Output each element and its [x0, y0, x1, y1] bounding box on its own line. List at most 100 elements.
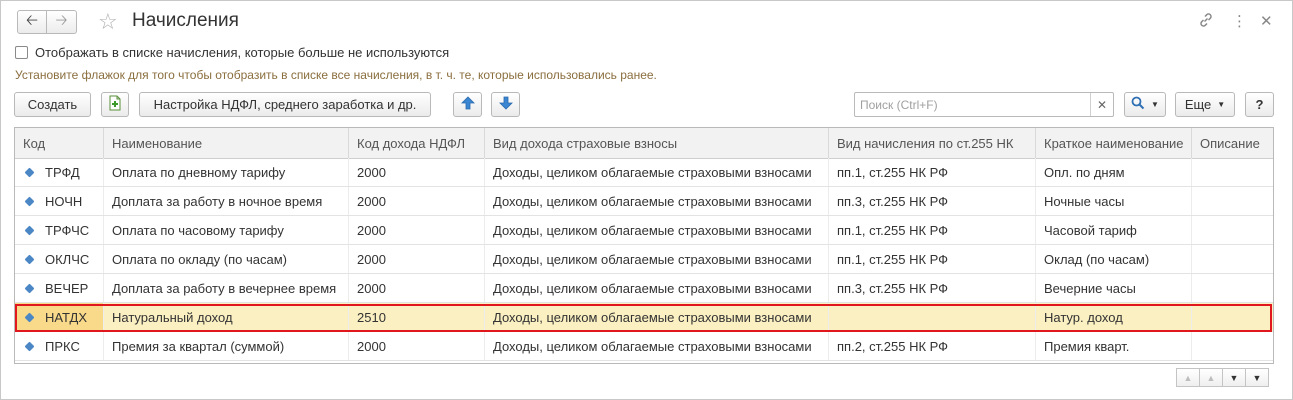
cell-ndfl-code[interactable]: 2000 — [349, 216, 485, 244]
cell-insurance-type[interactable]: Доходы, целиком облагаемые страховыми вз… — [485, 332, 829, 360]
cell-ndfl-code[interactable]: 2000 — [349, 332, 485, 360]
cell-short-name[interactable]: Часовой тариф — [1036, 216, 1192, 244]
kebab-menu-icon[interactable]: ⋮ — [1232, 12, 1247, 30]
clear-search-button[interactable]: ✕ — [1090, 93, 1113, 116]
cell-code[interactable]: ПРКС — [15, 332, 104, 360]
cell-code[interactable]: ТРФД — [15, 158, 104, 186]
table-row[interactable]: ВЕЧЕР Доплата за работу в вечернее время 2… — [15, 274, 1273, 303]
cell-name[interactable]: Оплата по дневному тарифу — [104, 158, 349, 186]
table-row[interactable]: НАТДХ Натуральный доход 2510 Доходы, целико… — [15, 303, 1273, 332]
cell-article-255[interactable] — [829, 303, 1036, 331]
cell-text: Доплата за работу в вечернее время — [112, 280, 337, 296]
cell-article-255[interactable]: пп.2, ст.255 НК РФ — [829, 332, 1036, 360]
cell-text: 2510 — [357, 309, 386, 325]
cell-ndfl-code[interactable]: 2000 — [349, 274, 485, 302]
clear-icon: ✕ — [1096, 97, 1108, 112]
help-button[interactable]: ? — [1245, 92, 1274, 117]
cell-description[interactable] — [1192, 158, 1273, 186]
chevron-up-icon: ▲ — [1206, 372, 1216, 383]
ndfl-settings-button[interactable]: Настройка НДФЛ, среднего заработка и др. — [139, 92, 431, 117]
cell-short-name[interactable]: Опл. по дням — [1036, 158, 1192, 186]
cell-insurance-type[interactable]: Доходы, целиком облагаемые страховыми вз… — [485, 245, 829, 273]
column-header-insurance-type[interactable]: Вид дохода страховые взносы — [485, 128, 829, 158]
column-header-article-255[interactable]: Вид начисления по ст.255 НК — [829, 128, 1036, 158]
cell-short-name[interactable]: Ночные часы — [1036, 187, 1192, 215]
cell-text: пп.1, ст.255 НК РФ — [837, 164, 949, 180]
cell-code[interactable]: НОЧН — [15, 187, 104, 215]
link-icon[interactable] — [1198, 12, 1214, 32]
back-button[interactable]: 🡠 — [17, 10, 47, 34]
cell-text: ТРФЧС — [45, 222, 90, 238]
cell-article-255[interactable]: пп.3, ст.255 НК РФ — [829, 274, 1036, 302]
cell-name[interactable]: Натуральный доход — [104, 303, 349, 331]
cell-article-255[interactable]: пп.3, ст.255 НК РФ — [829, 187, 1036, 215]
cell-description[interactable] — [1192, 303, 1273, 331]
cell-article-255[interactable]: пп.1, ст.255 НК РФ — [829, 158, 1036, 186]
cell-name[interactable]: Премия за квартал (суммой) — [104, 332, 349, 360]
move-down-button[interactable] — [491, 92, 520, 117]
column-header-ndfl-code[interactable]: Код дохода НДФЛ — [349, 128, 485, 158]
scroll-up-button[interactable]: ▲ — [1199, 368, 1223, 387]
column-header-description[interactable]: Описание — [1192, 128, 1273, 158]
table-row[interactable]: ТРФЧС Оплата по часовому тарифу 2000 Доходы… — [15, 216, 1273, 245]
scroll-bottom-button[interactable]: ▼ — [1245, 368, 1269, 387]
move-up-button[interactable] — [453, 92, 482, 117]
search-input[interactable] — [855, 93, 1091, 116]
cell-code[interactable]: ОКЛЧС — [15, 245, 104, 273]
cell-code[interactable]: ТРФЧС — [15, 216, 104, 244]
row-marker-icon — [24, 196, 35, 206]
cell-description[interactable] — [1192, 187, 1273, 215]
cell-text: НАТДХ — [45, 309, 88, 325]
scroll-down-button[interactable]: ▼ — [1222, 368, 1246, 387]
cell-text: Доходы, целиком облагаемые страховыми вз… — [493, 251, 812, 267]
create-button[interactable]: Создать — [14, 92, 91, 117]
show-unused-option[interactable]: Отображать в списке начисления, которые … — [15, 45, 449, 60]
cell-insurance-type[interactable]: Доходы, целиком облагаемые страховыми вз… — [485, 274, 829, 302]
cell-text: Премия кварт. — [1044, 338, 1130, 354]
table-row[interactable]: ПРКС Премия за квартал (суммой) 2000 Доходы… — [15, 332, 1273, 361]
more-button[interactable]: Еще ▼ — [1175, 92, 1235, 117]
row-marker-icon — [24, 312, 35, 322]
cell-name[interactable]: Оплата по часовому тарифу — [104, 216, 349, 244]
cell-short-name[interactable]: Натур. доход — [1036, 303, 1192, 331]
cell-description[interactable] — [1192, 274, 1273, 302]
scroll-top-button[interactable]: ▲ — [1176, 368, 1200, 387]
cell-article-255[interactable]: пп.1, ст.255 НК РФ — [829, 216, 1036, 244]
search-button[interactable]: ▼ — [1124, 92, 1166, 117]
cell-insurance-type[interactable]: Доходы, целиком облагаемые страховыми вз… — [485, 187, 829, 215]
cell-name[interactable]: Доплата за работу в вечернее время — [104, 274, 349, 302]
forward-button[interactable]: 🡢 — [47, 10, 77, 34]
column-header-short-name[interactable]: Краткое наименование — [1036, 128, 1192, 158]
cell-text: Часовой тариф — [1044, 222, 1137, 238]
table-row[interactable]: ТРФД Оплата по дневному тарифу 2000 Доходы,… — [15, 158, 1273, 187]
cell-ndfl-code[interactable]: 2000 — [349, 187, 485, 215]
arrow-left-icon: 🡠 — [25, 11, 39, 29]
cell-text: ТРФД — [45, 164, 80, 180]
table-row[interactable]: НОЧН Доплата за работу в ночное время 2000… — [15, 187, 1273, 216]
cell-ndfl-code[interactable]: 2510 — [349, 303, 485, 331]
cell-code[interactable]: НАТДХ — [15, 303, 104, 331]
cell-ndfl-code[interactable]: 2000 — [349, 245, 485, 273]
table-row[interactable]: ОКЛЧС Оплата по окладу (по часам) 2000 Дохо… — [15, 245, 1273, 274]
add-copy-button[interactable] — [101, 92, 129, 117]
column-header-code[interactable]: Код — [15, 128, 104, 158]
cell-short-name[interactable]: Оклад (по часам) — [1036, 245, 1192, 273]
cell-code[interactable]: ВЕЧЕР — [15, 274, 104, 302]
cell-short-name[interactable]: Вечерние часы — [1036, 274, 1192, 302]
cell-short-name[interactable]: Премия кварт. — [1036, 332, 1192, 360]
cell-article-255[interactable]: пп.1, ст.255 НК РФ — [829, 245, 1036, 273]
more-label: Еще — [1184, 97, 1212, 112]
cell-description[interactable] — [1192, 332, 1273, 360]
cell-description[interactable] — [1192, 245, 1273, 273]
cell-ndfl-code[interactable]: 2000 — [349, 158, 485, 186]
close-icon[interactable]: ✕ — [1260, 12, 1273, 30]
cell-insurance-type[interactable]: Доходы, целиком облагаемые страховыми вз… — [485, 158, 829, 186]
cell-insurance-type[interactable]: Доходы, целиком облагаемые страховыми вз… — [485, 303, 829, 331]
cell-name[interactable]: Оплата по окладу (по часам) — [104, 245, 349, 273]
cell-description[interactable] — [1192, 216, 1273, 244]
cell-name[interactable]: Доплата за работу в ночное время — [104, 187, 349, 215]
show-unused-checkbox[interactable] — [15, 46, 28, 59]
cell-insurance-type[interactable]: Доходы, целиком облагаемые страховыми вз… — [485, 216, 829, 244]
star-icon[interactable]: ☆ — [98, 9, 118, 35]
column-header-name[interactable]: Наименование — [104, 128, 349, 158]
